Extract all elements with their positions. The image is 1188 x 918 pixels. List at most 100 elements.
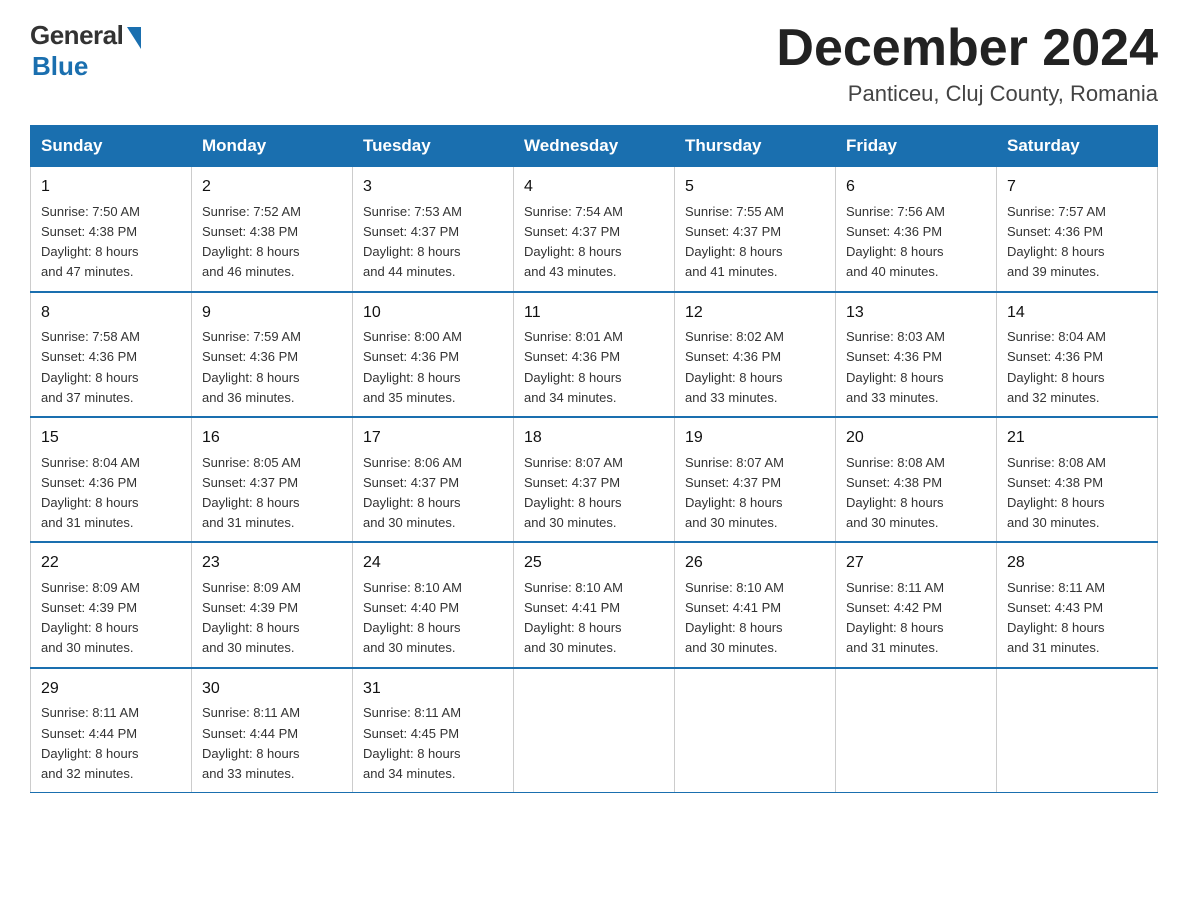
- table-row: 3 Sunrise: 7:53 AMSunset: 4:37 PMDayligh…: [353, 167, 514, 292]
- day-number: 7: [1007, 175, 1147, 200]
- day-info: Sunrise: 8:06 AMSunset: 4:37 PMDaylight:…: [363, 455, 462, 530]
- table-row: 7 Sunrise: 7:57 AMSunset: 4:36 PMDayligh…: [997, 167, 1158, 292]
- day-info: Sunrise: 7:59 AMSunset: 4:36 PMDaylight:…: [202, 329, 301, 404]
- table-row: 6 Sunrise: 7:56 AMSunset: 4:36 PMDayligh…: [836, 167, 997, 292]
- col-saturday: Saturday: [997, 126, 1158, 167]
- day-info: Sunrise: 8:10 AMSunset: 4:41 PMDaylight:…: [685, 580, 784, 655]
- day-number: 8: [41, 301, 181, 326]
- table-row: 30 Sunrise: 8:11 AMSunset: 4:44 PMDaylig…: [192, 668, 353, 793]
- day-number: 26: [685, 551, 825, 576]
- day-info: Sunrise: 8:07 AMSunset: 4:37 PMDaylight:…: [685, 455, 784, 530]
- col-wednesday: Wednesday: [514, 126, 675, 167]
- table-row: 4 Sunrise: 7:54 AMSunset: 4:37 PMDayligh…: [514, 167, 675, 292]
- table-row: 23 Sunrise: 8:09 AMSunset: 4:39 PMDaylig…: [192, 542, 353, 667]
- day-info: Sunrise: 7:55 AMSunset: 4:37 PMDaylight:…: [685, 204, 784, 279]
- header: General Blue December 2024 Panticeu, Clu…: [30, 20, 1158, 107]
- day-number: 19: [685, 426, 825, 451]
- col-friday: Friday: [836, 126, 997, 167]
- title-area: December 2024 Panticeu, Cluj County, Rom…: [776, 20, 1158, 107]
- table-row: 22 Sunrise: 8:09 AMSunset: 4:39 PMDaylig…: [31, 542, 192, 667]
- day-info: Sunrise: 8:11 AMSunset: 4:44 PMDaylight:…: [41, 705, 139, 780]
- table-row: 8 Sunrise: 7:58 AMSunset: 4:36 PMDayligh…: [31, 292, 192, 417]
- page-subtitle: Panticeu, Cluj County, Romania: [776, 81, 1158, 107]
- logo: General Blue: [30, 20, 141, 82]
- table-row: 29 Sunrise: 8:11 AMSunset: 4:44 PMDaylig…: [31, 668, 192, 793]
- table-row: 20 Sunrise: 8:08 AMSunset: 4:38 PMDaylig…: [836, 417, 997, 542]
- day-info: Sunrise: 7:52 AMSunset: 4:38 PMDaylight:…: [202, 204, 301, 279]
- day-info: Sunrise: 8:10 AMSunset: 4:41 PMDaylight:…: [524, 580, 623, 655]
- day-number: 1: [41, 175, 181, 200]
- day-number: 20: [846, 426, 986, 451]
- table-row: 14 Sunrise: 8:04 AMSunset: 4:36 PMDaylig…: [997, 292, 1158, 417]
- day-info: Sunrise: 8:11 AMSunset: 4:45 PMDaylight:…: [363, 705, 461, 780]
- logo-general-text: General: [30, 20, 123, 51]
- day-info: Sunrise: 8:02 AMSunset: 4:36 PMDaylight:…: [685, 329, 784, 404]
- day-info: Sunrise: 7:56 AMSunset: 4:36 PMDaylight:…: [846, 204, 945, 279]
- day-number: 4: [524, 175, 664, 200]
- table-row: 1 Sunrise: 7:50 AMSunset: 4:38 PMDayligh…: [31, 167, 192, 292]
- table-row: [675, 668, 836, 793]
- day-number: 21: [1007, 426, 1147, 451]
- table-row: [997, 668, 1158, 793]
- day-info: Sunrise: 8:04 AMSunset: 4:36 PMDaylight:…: [1007, 329, 1106, 404]
- table-row: 31 Sunrise: 8:11 AMSunset: 4:45 PMDaylig…: [353, 668, 514, 793]
- day-number: 12: [685, 301, 825, 326]
- table-row: 9 Sunrise: 7:59 AMSunset: 4:36 PMDayligh…: [192, 292, 353, 417]
- table-row: [836, 668, 997, 793]
- day-info: Sunrise: 8:08 AMSunset: 4:38 PMDaylight:…: [846, 455, 945, 530]
- table-row: 5 Sunrise: 7:55 AMSunset: 4:37 PMDayligh…: [675, 167, 836, 292]
- table-row: 25 Sunrise: 8:10 AMSunset: 4:41 PMDaylig…: [514, 542, 675, 667]
- day-number: 28: [1007, 551, 1147, 576]
- calendar-table: Sunday Monday Tuesday Wednesday Thursday…: [30, 125, 1158, 793]
- day-info: Sunrise: 8:01 AMSunset: 4:36 PMDaylight:…: [524, 329, 623, 404]
- table-row: 13 Sunrise: 8:03 AMSunset: 4:36 PMDaylig…: [836, 292, 997, 417]
- calendar-header-row: Sunday Monday Tuesday Wednesday Thursday…: [31, 126, 1158, 167]
- day-info: Sunrise: 8:03 AMSunset: 4:36 PMDaylight:…: [846, 329, 945, 404]
- day-info: Sunrise: 8:00 AMSunset: 4:36 PMDaylight:…: [363, 329, 462, 404]
- calendar-week-row: 15 Sunrise: 8:04 AMSunset: 4:36 PMDaylig…: [31, 417, 1158, 542]
- day-number: 5: [685, 175, 825, 200]
- day-number: 11: [524, 301, 664, 326]
- table-row: 17 Sunrise: 8:06 AMSunset: 4:37 PMDaylig…: [353, 417, 514, 542]
- col-tuesday: Tuesday: [353, 126, 514, 167]
- day-number: 17: [363, 426, 503, 451]
- day-number: 10: [363, 301, 503, 326]
- calendar-week-row: 29 Sunrise: 8:11 AMSunset: 4:44 PMDaylig…: [31, 668, 1158, 793]
- day-info: Sunrise: 8:05 AMSunset: 4:37 PMDaylight:…: [202, 455, 301, 530]
- day-number: 16: [202, 426, 342, 451]
- table-row: 16 Sunrise: 8:05 AMSunset: 4:37 PMDaylig…: [192, 417, 353, 542]
- calendar-week-row: 8 Sunrise: 7:58 AMSunset: 4:36 PMDayligh…: [31, 292, 1158, 417]
- day-number: 23: [202, 551, 342, 576]
- table-row: 18 Sunrise: 8:07 AMSunset: 4:37 PMDaylig…: [514, 417, 675, 542]
- day-number: 30: [202, 677, 342, 702]
- day-info: Sunrise: 8:10 AMSunset: 4:40 PMDaylight:…: [363, 580, 462, 655]
- table-row: 24 Sunrise: 8:10 AMSunset: 4:40 PMDaylig…: [353, 542, 514, 667]
- page-title: December 2024: [776, 20, 1158, 77]
- table-row: 27 Sunrise: 8:11 AMSunset: 4:42 PMDaylig…: [836, 542, 997, 667]
- table-row: 12 Sunrise: 8:02 AMSunset: 4:36 PMDaylig…: [675, 292, 836, 417]
- day-number: 9: [202, 301, 342, 326]
- day-number: 22: [41, 551, 181, 576]
- day-info: Sunrise: 8:04 AMSunset: 4:36 PMDaylight:…: [41, 455, 140, 530]
- day-number: 31: [363, 677, 503, 702]
- day-info: Sunrise: 7:53 AMSunset: 4:37 PMDaylight:…: [363, 204, 462, 279]
- day-number: 15: [41, 426, 181, 451]
- calendar-week-row: 22 Sunrise: 8:09 AMSunset: 4:39 PMDaylig…: [31, 542, 1158, 667]
- day-info: Sunrise: 8:09 AMSunset: 4:39 PMDaylight:…: [202, 580, 301, 655]
- col-monday: Monday: [192, 126, 353, 167]
- day-number: 27: [846, 551, 986, 576]
- day-info: Sunrise: 7:54 AMSunset: 4:37 PMDaylight:…: [524, 204, 623, 279]
- table-row: 28 Sunrise: 8:11 AMSunset: 4:43 PMDaylig…: [997, 542, 1158, 667]
- table-row: 10 Sunrise: 8:00 AMSunset: 4:36 PMDaylig…: [353, 292, 514, 417]
- day-number: 18: [524, 426, 664, 451]
- day-info: Sunrise: 8:08 AMSunset: 4:38 PMDaylight:…: [1007, 455, 1106, 530]
- day-number: 29: [41, 677, 181, 702]
- logo-blue-text: Blue: [32, 51, 88, 82]
- day-number: 25: [524, 551, 664, 576]
- table-row: 11 Sunrise: 8:01 AMSunset: 4:36 PMDaylig…: [514, 292, 675, 417]
- table-row: 26 Sunrise: 8:10 AMSunset: 4:41 PMDaylig…: [675, 542, 836, 667]
- table-row: [514, 668, 675, 793]
- day-info: Sunrise: 8:11 AMSunset: 4:43 PMDaylight:…: [1007, 580, 1105, 655]
- day-number: 6: [846, 175, 986, 200]
- day-info: Sunrise: 8:11 AMSunset: 4:42 PMDaylight:…: [846, 580, 944, 655]
